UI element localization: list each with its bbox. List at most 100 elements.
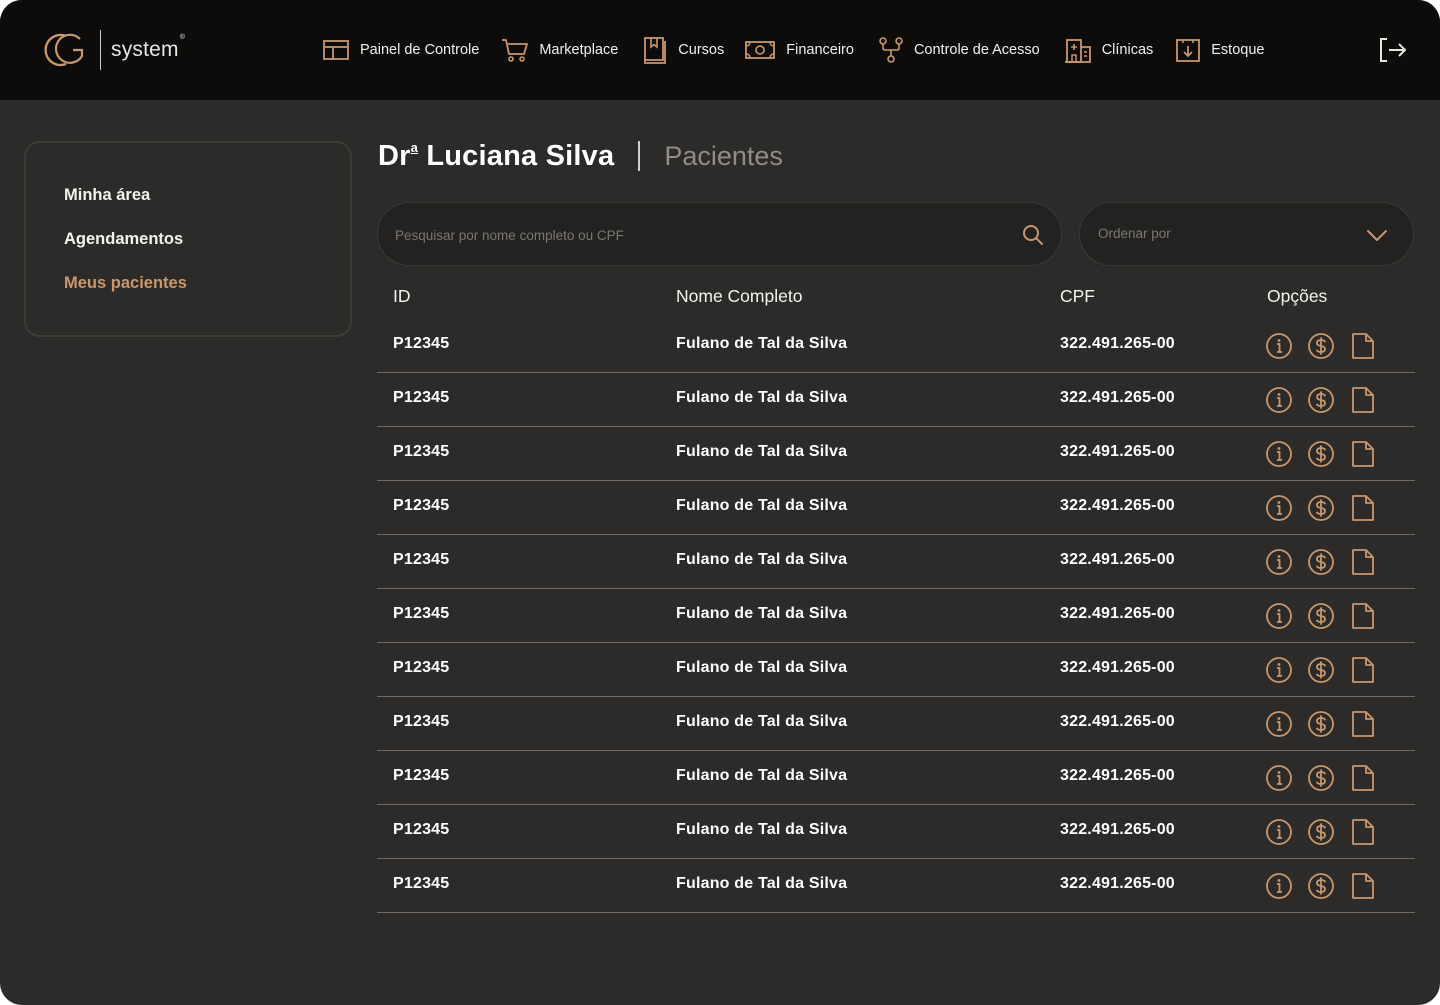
sidebar-item-meus-pacientes[interactable]: Meus pacientes <box>64 274 187 293</box>
nav-painel-de-controle[interactable]: Painel de Controle <box>322 38 479 62</box>
logout-icon <box>1378 38 1408 68</box>
logout-button[interactable] <box>1378 36 1408 64</box>
table-row[interactable]: P12345 Fulano de Tal da Silva 322.491.265-… <box>377 643 1415 697</box>
nav-marketplace[interactable]: Marketplace <box>501 37 618 63</box>
nav-financeiro[interactable]: Financeiro <box>744 39 854 61</box>
document-icon[interactable] <box>1349 386 1377 414</box>
document-icon[interactable] <box>1349 872 1377 900</box>
sort-placeholder: Ordenar por <box>1098 226 1171 241</box>
patient-cpf: 322.491.265-00 <box>1060 605 1175 622</box>
nav-label: Financeiro <box>786 42 854 58</box>
patient-cpf: 322.491.265-00 <box>1060 389 1175 406</box>
document-icon[interactable] <box>1349 764 1377 792</box>
patient-id: P12345 <box>393 605 450 622</box>
patient-id: P12345 <box>393 443 450 460</box>
info-icon[interactable] <box>1265 602 1293 630</box>
nav-cursos[interactable]: Cursos <box>642 36 724 64</box>
document-icon[interactable] <box>1349 548 1377 576</box>
document-icon[interactable] <box>1349 440 1377 468</box>
document-icon[interactable] <box>1349 656 1377 684</box>
table-row[interactable]: P12345 Fulano de Tal da Silva 322.491.265-… <box>377 697 1415 751</box>
table-row[interactable]: P12345 Fulano de Tal da Silva 322.491.265-… <box>377 373 1415 427</box>
patient-name: Fulano de Tal da Silva <box>676 659 848 676</box>
patient-name: Fulano de Tal da Silva <box>676 497 848 514</box>
info-icon[interactable] <box>1265 710 1293 738</box>
search-icon[interactable] <box>1021 223 1045 247</box>
sidebar-item-minha-area[interactable]: Minha área <box>64 186 150 205</box>
table-row[interactable]: P12345 Fulano de Tal da Silva 322.491.265-… <box>377 805 1415 859</box>
download-box-icon <box>1175 37 1201 63</box>
table-row[interactable]: P12345 Fulano de Tal da Silva 322.491.265-… <box>377 751 1415 805</box>
sort-dropdown[interactable]: Ordenar por <box>1079 202 1414 266</box>
top-navbar: system® Painel de Controle Marketplace C… <box>0 0 1440 100</box>
column-header-name: Nome Completo <box>676 286 803 306</box>
nav-estoque[interactable]: Estoque <box>1175 37 1264 63</box>
chevron-down-icon <box>1366 225 1388 250</box>
patient-name: Fulano de Tal da Silva <box>676 875 848 892</box>
section-title: Pacientes <box>664 140 783 171</box>
table-row[interactable]: P12345 Fulano de Tal da Silva 322.491.265-… <box>377 589 1415 643</box>
info-icon[interactable] <box>1265 494 1293 522</box>
patient-name: Fulano de Tal da Silva <box>676 335 848 352</box>
nav-label: Painel de Controle <box>360 42 480 58</box>
info-icon[interactable] <box>1265 332 1293 360</box>
logo-monogram-icon <box>42 30 90 70</box>
table-row[interactable]: P12345 Fulano de Tal da Silva 322.491.265-… <box>377 535 1415 589</box>
dollar-coin-icon[interactable] <box>1307 548 1335 576</box>
dollar-coin-icon[interactable] <box>1307 602 1335 630</box>
nav-label: Cursos <box>678 42 725 58</box>
main-nav: Painel de Controle Marketplace Cursos Fi… <box>322 34 1264 66</box>
nav-label: Controle de Acesso <box>913 42 1040 58</box>
document-icon[interactable] <box>1349 332 1377 360</box>
nav-controle-de-acesso[interactable]: Controle de Acesso <box>878 36 1040 64</box>
brand-logo[interactable]: system® <box>42 28 185 72</box>
document-icon[interactable] <box>1349 710 1377 738</box>
logo-divider <box>100 30 101 70</box>
dollar-coin-icon[interactable] <box>1307 332 1335 360</box>
sidebar-menu: Minha área Agendamentos Meus pacientes <box>24 141 352 337</box>
document-icon[interactable] <box>1349 818 1377 846</box>
nav-label: Marketplace <box>539 42 619 58</box>
patient-cpf: 322.491.265-00 <box>1060 821 1175 838</box>
dollar-coin-icon[interactable] <box>1307 764 1335 792</box>
patient-cpf: 322.491.265-00 <box>1060 551 1175 568</box>
patient-cpf: 322.491.265-00 <box>1060 659 1175 676</box>
app-window: system® Painel de Controle Marketplace C… <box>0 0 1440 1005</box>
patient-id: P12345 <box>393 821 450 838</box>
patient-id: P12345 <box>393 767 450 784</box>
dollar-coin-icon[interactable] <box>1307 872 1335 900</box>
info-icon[interactable] <box>1265 656 1293 684</box>
patient-name: Fulano de Tal da Silva <box>676 389 848 406</box>
doctor-name: Dra Luciana Silva <box>378 139 615 172</box>
dollar-coin-icon[interactable] <box>1307 494 1335 522</box>
table-row[interactable]: P12345 Fulano de Tal da Silva 322.491.265-… <box>377 427 1415 481</box>
info-icon[interactable] <box>1265 440 1293 468</box>
dollar-coin-icon[interactable] <box>1307 710 1335 738</box>
dollar-coin-icon[interactable] <box>1307 440 1335 468</box>
info-icon[interactable] <box>1265 764 1293 792</box>
patient-id: P12345 <box>393 659 450 676</box>
table-row[interactable]: P12345 Fulano de Tal da Silva 322.491.265-… <box>377 481 1415 535</box>
nav-label: Clínicas <box>1101 42 1154 58</box>
search-bar <box>377 202 1062 266</box>
nav-label: Estoque <box>1211 42 1265 58</box>
document-icon[interactable] <box>1349 494 1377 522</box>
column-header-cpf: CPF <box>1060 286 1095 306</box>
info-icon[interactable] <box>1265 872 1293 900</box>
info-icon[interactable] <box>1265 386 1293 414</box>
info-icon[interactable] <box>1265 818 1293 846</box>
document-icon[interactable] <box>1349 602 1377 630</box>
patient-name: Fulano de Tal da Silva <box>676 551 848 568</box>
table-row[interactable]: P12345 Fulano de Tal da Silva 322.491.265-… <box>377 859 1415 913</box>
sidebar-item-agendamentos[interactable]: Agendamentos <box>64 230 183 249</box>
patient-id: P12345 <box>393 551 450 568</box>
dollar-coin-icon[interactable] <box>1307 818 1335 846</box>
dollar-coin-icon[interactable] <box>1307 386 1335 414</box>
patient-id: P12345 <box>393 875 450 892</box>
nav-clinicas[interactable]: Clínicas <box>1064 36 1154 64</box>
logo-wordmark: system® <box>111 34 186 61</box>
search-input[interactable] <box>395 223 995 247</box>
info-icon[interactable] <box>1265 548 1293 576</box>
dollar-coin-icon[interactable] <box>1307 656 1335 684</box>
table-row[interactable]: P12345 Fulano de Tal da Silva 322.491.265-… <box>377 319 1415 373</box>
